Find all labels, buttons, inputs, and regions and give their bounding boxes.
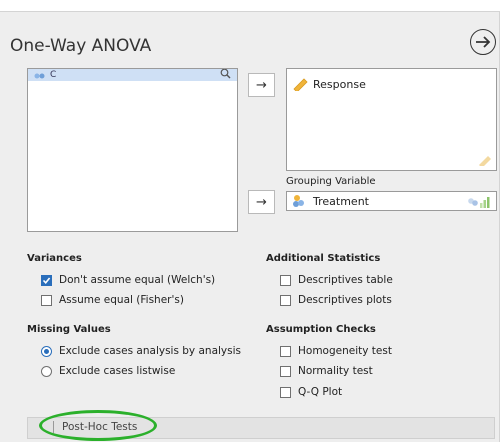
option-label: Homogeneity test — [298, 345, 392, 357]
variable-list[interactable]: C — [27, 68, 238, 232]
arrow-right-icon: → — [256, 194, 267, 210]
checkbox[interactable] — [41, 294, 52, 306]
search-icon[interactable] — [220, 68, 231, 79]
qq-plot-option[interactable]: Q-Q Plot — [280, 386, 342, 398]
grouping-variable-box[interactable]: Treatment — [286, 191, 497, 211]
grouping-variable-text: Treatment — [313, 194, 369, 208]
checkbox[interactable] — [280, 345, 291, 357]
grouping-variable-label: Grouping Variable — [286, 176, 376, 187]
arrow-right-icon — [476, 36, 491, 48]
option-label: Assume equal (Fisher's) — [59, 294, 184, 306]
arrow-right-icon: → — [256, 77, 267, 93]
checkbox[interactable] — [280, 365, 291, 377]
variances-heading: Variances — [27, 253, 82, 264]
allowed-types-icon — [468, 197, 490, 208]
option-label: Exclude cases analysis by analysis — [59, 345, 241, 357]
homogeneity-test-option[interactable]: Homogeneity test — [280, 345, 392, 357]
option-label: Descriptives plots — [298, 294, 392, 306]
option-label: Q-Q Plot — [298, 386, 343, 398]
additional-statistics-heading: Additional Statistics — [266, 253, 381, 264]
fisher-option[interactable]: Assume equal (Fisher's) — [41, 294, 184, 306]
radio-button[interactable] — [41, 345, 52, 357]
scale-variable-hint-icon — [479, 156, 491, 166]
page-title: One-Way ANOVA — [10, 36, 152, 56]
dependent-variables-box[interactable]: Response — [286, 68, 497, 171]
assumption-checks-heading: Assumption Checks — [266, 324, 376, 335]
grouping-variable-item[interactable]: Treatment — [292, 194, 369, 208]
exclude-listwise-option[interactable]: Exclude cases listwise — [41, 365, 175, 377]
exclude-analysis-option[interactable]: Exclude cases analysis by analysis — [41, 345, 241, 357]
descriptives-plots-option[interactable]: Descriptives plots — [280, 294, 392, 306]
option-label: Don't assume equal (Welch's) — [59, 274, 216, 286]
option-label: Exclude cases listwise — [59, 365, 176, 377]
assign-grouping-button[interactable]: → — [248, 190, 275, 214]
highlight-annotation — [39, 410, 157, 441]
nominal-text-variable-icon — [293, 195, 304, 207]
checkbox[interactable] — [41, 274, 52, 286]
option-label: Descriptives table — [298, 274, 393, 286]
dependent-variable-item[interactable]: Response — [292, 77, 366, 91]
radio-button[interactable] — [41, 365, 52, 377]
option-label: Normality test — [298, 365, 373, 377]
checkbox[interactable] — [280, 386, 291, 398]
variable-name: C — [50, 70, 57, 80]
checkbox[interactable] — [280, 294, 291, 306]
dependent-variable-label: Response — [313, 77, 366, 91]
list-item[interactable]: C — [28, 69, 237, 81]
checkmark-icon — [42, 276, 51, 284]
missing-values-heading: Missing Values — [27, 324, 111, 335]
normality-test-option[interactable]: Normality test — [280, 365, 373, 377]
checkbox[interactable] — [280, 274, 291, 286]
descriptives-table-option[interactable]: Descriptives table — [280, 274, 393, 286]
nominal-variable-icon — [34, 73, 45, 78]
assign-dependent-button[interactable]: → — [248, 73, 275, 97]
next-arrow-button[interactable] — [470, 29, 496, 55]
welch-option[interactable]: Don't assume equal (Welch's) — [41, 274, 215, 286]
scale-variable-icon — [293, 78, 308, 91]
